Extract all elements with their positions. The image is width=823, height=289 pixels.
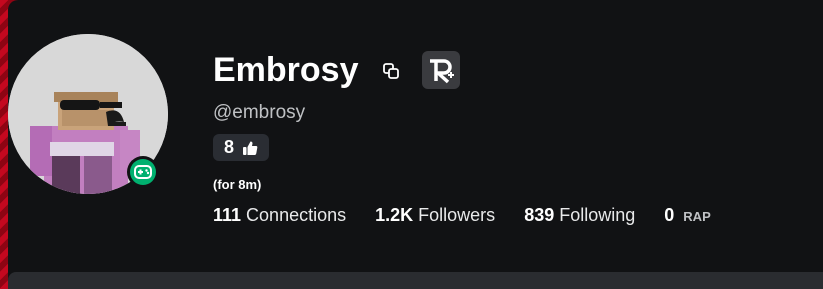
connections-label: Connections [246,204,347,225]
rolimons-button[interactable] [422,51,460,89]
rolimons-icon [430,59,454,84]
copy-icon [383,63,399,79]
connections-stat[interactable]: 111 Connections [213,205,346,226]
copy-button[interactable] [380,60,402,82]
status-duration: (for 8m) [213,177,262,192]
followers-label: Followers [418,204,496,225]
status-badge[interactable] [127,156,159,188]
following-label: Following [559,204,636,225]
rap-label: RAP [683,208,711,224]
username: @embrosy [213,102,306,123]
rap-stat: 0 RAP [664,205,710,226]
profile-stats: 111 Connections 1.2K Followers 839 Follo… [213,203,740,227]
connections-count: 111 [213,204,242,225]
profile-tabs-strip [8,272,823,289]
rap-count: 0 [664,204,675,225]
thumbs-up-icon [243,141,258,155]
likes-count: 8 [223,137,234,157]
following-stat[interactable]: 839 Following [524,205,635,226]
likes-button[interactable]: 8 [213,134,269,161]
gamepad-icon [130,159,156,185]
followers-stat[interactable]: 1.2K Followers [375,205,495,226]
display-name: Embrosy [213,51,359,89]
followers-count: 1.2K [375,204,414,225]
following-count: 839 [524,204,555,225]
